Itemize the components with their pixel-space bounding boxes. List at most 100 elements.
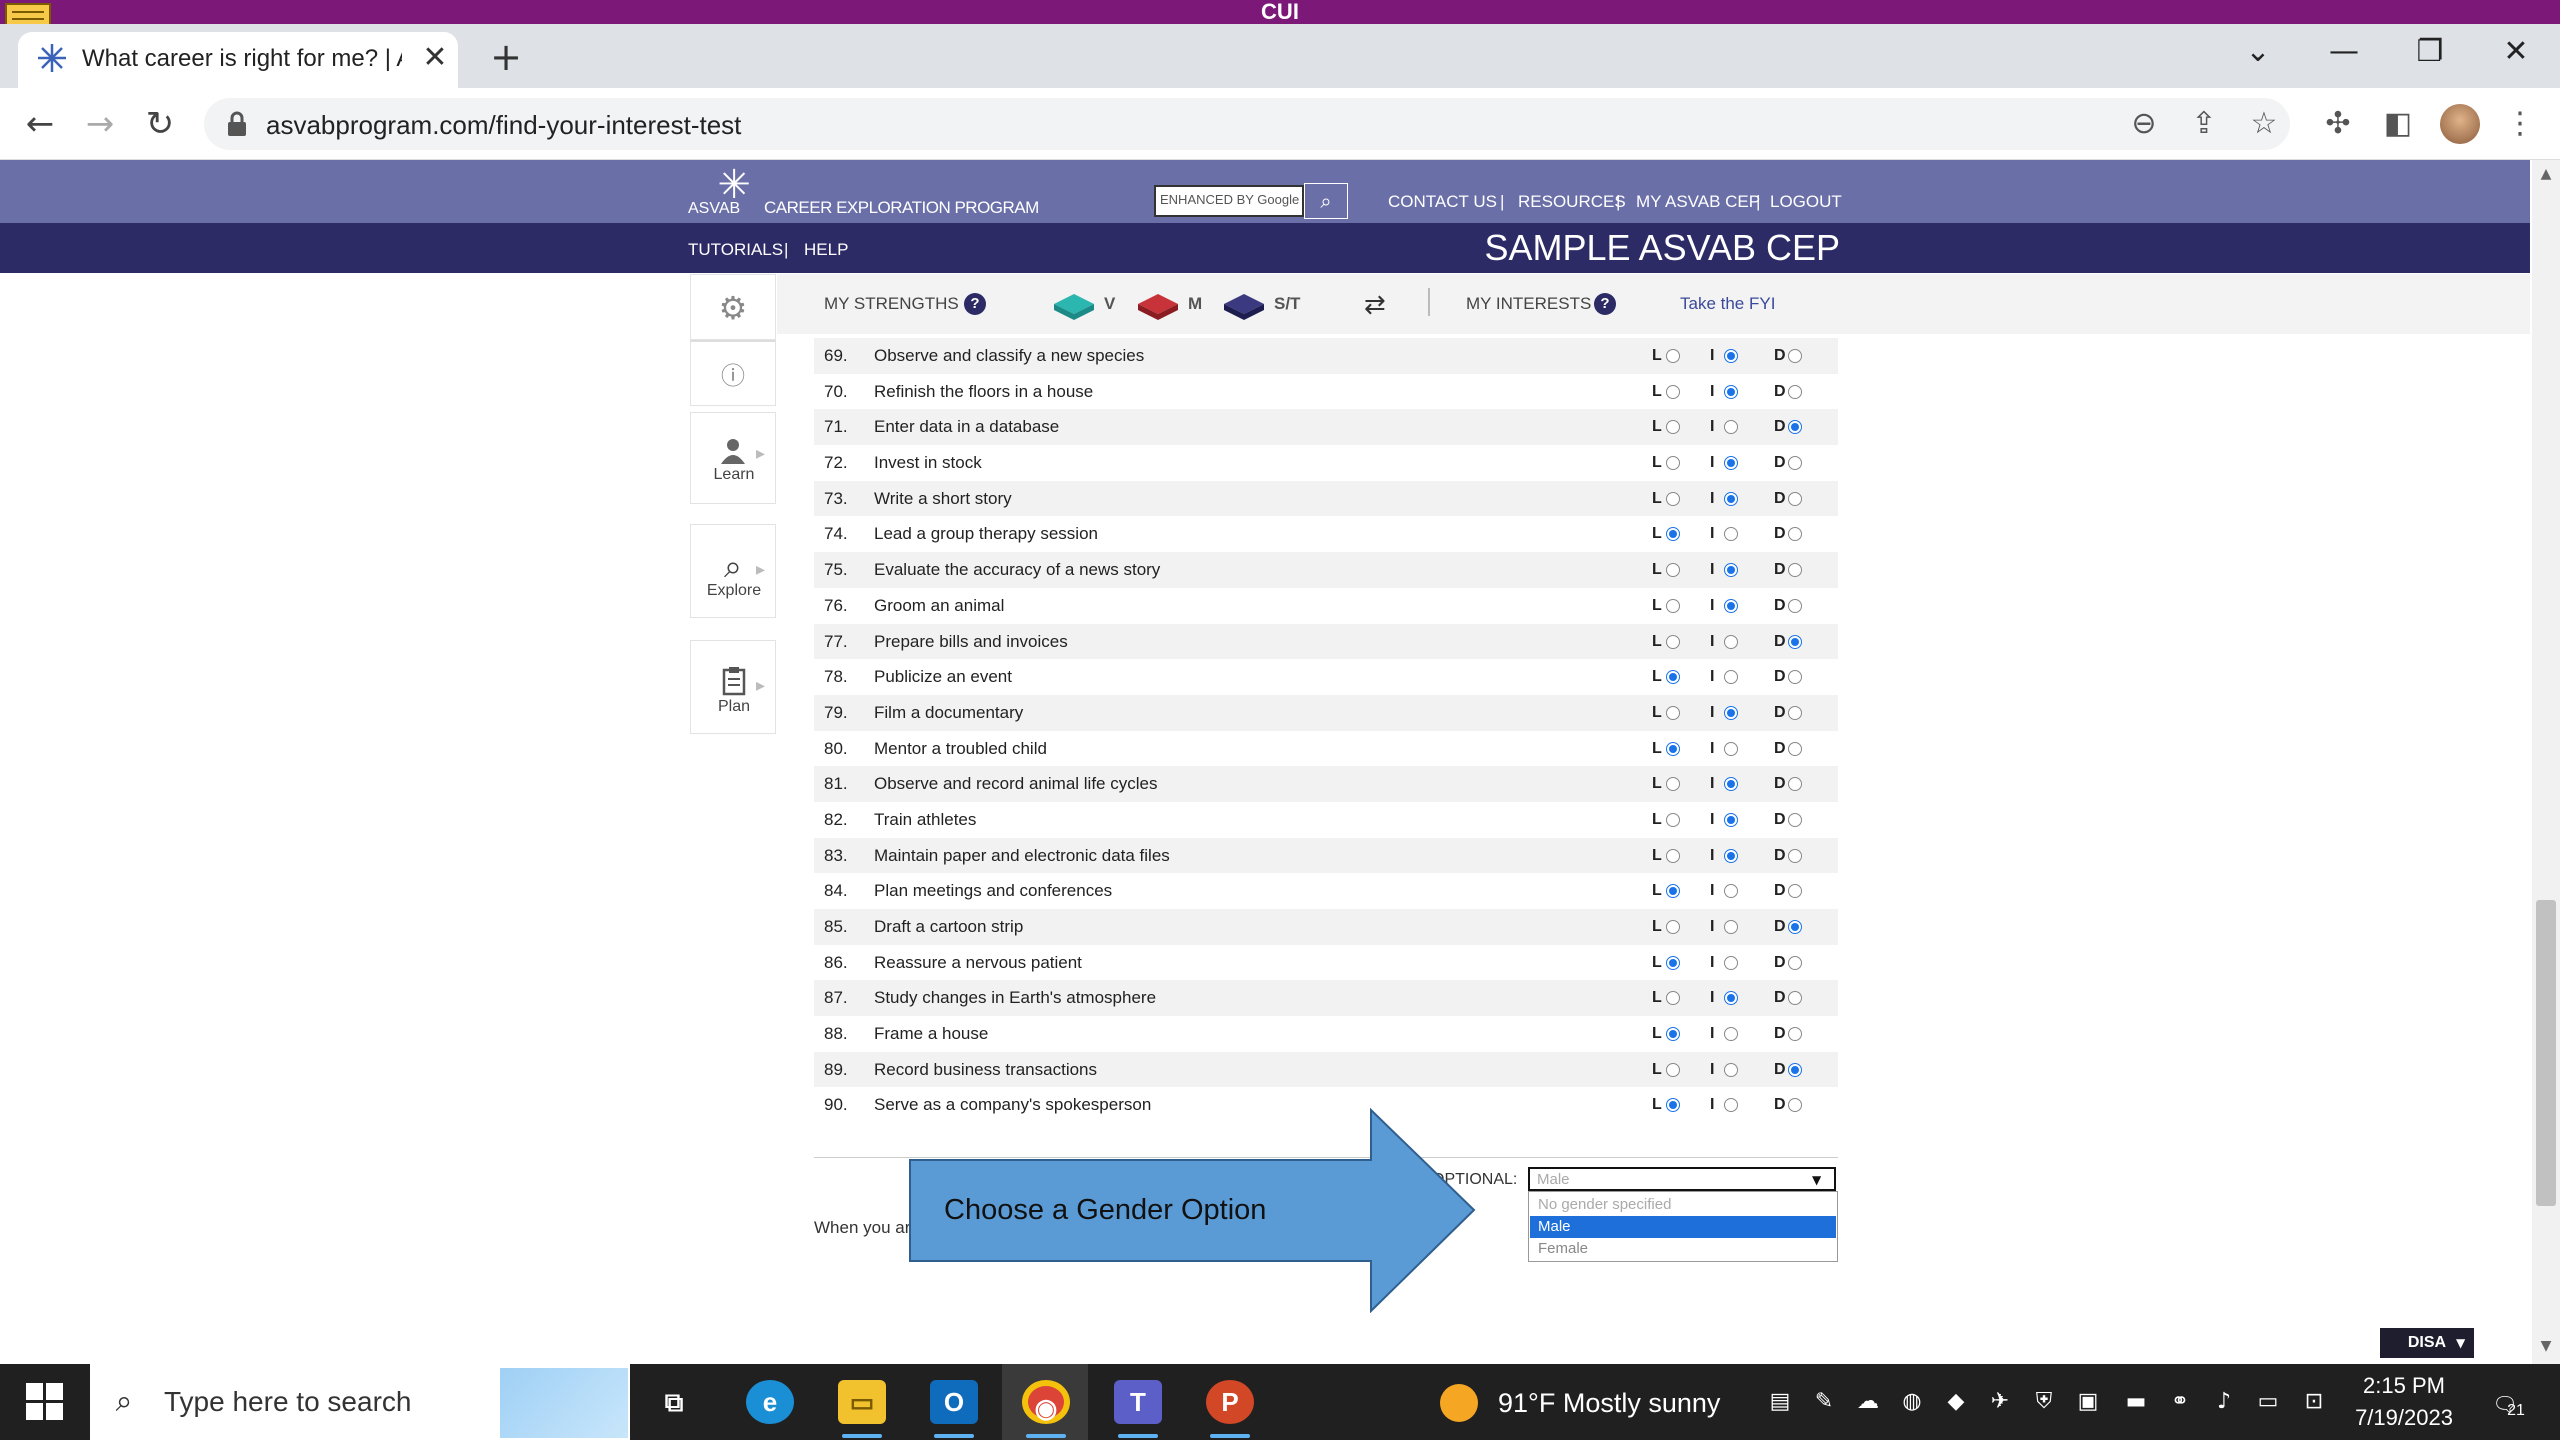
answer-option-l[interactable]: L (1652, 873, 1698, 909)
radio-button[interactable] (1788, 670, 1802, 685)
tray-app-icon[interactable]: ▣ (2072, 1386, 2104, 1418)
answer-option-l[interactable]: L (1652, 1016, 1698, 1052)
answer-option-i[interactable]: I (1710, 766, 1756, 802)
outlook-icon[interactable]: O (930, 1380, 978, 1424)
answer-option-i[interactable]: I (1710, 909, 1756, 945)
tray-pen-icon[interactable]: ✎ (1808, 1386, 1840, 1418)
edge-icon[interactable]: e (746, 1380, 794, 1424)
extensions-icon[interactable]: ✣ (2318, 104, 2358, 144)
radio-button[interactable] (1666, 1098, 1680, 1113)
radio-button[interactable] (1724, 420, 1738, 435)
radio-button[interactable] (1666, 920, 1680, 934)
radio-button[interactable] (1724, 741, 1738, 756)
answer-option-i[interactable]: I (1710, 409, 1756, 445)
answer-option-d[interactable]: D (1774, 588, 1820, 624)
answer-option-i[interactable]: I (1710, 481, 1756, 517)
radio-button[interactable] (1666, 670, 1680, 685)
answer-option-i[interactable]: I (1710, 516, 1756, 552)
tray-app-icon[interactable]: ✈ (1984, 1386, 2016, 1418)
answer-option-d[interactable]: D (1774, 873, 1820, 909)
answer-option-d[interactable]: D (1774, 659, 1820, 695)
share-icon[interactable]: ⇪ (2184, 104, 2224, 144)
answer-option-l[interactable]: L (1652, 1052, 1698, 1088)
radio-button[interactable] (1666, 598, 1680, 613)
taskbar-clock[interactable]: 2:15 PM 7/19/2023 (2352, 1370, 2456, 1434)
radio-button[interactable] (1666, 456, 1680, 471)
logo-asvab[interactable]: ASVAB (688, 199, 758, 219)
radio-button[interactable] (1788, 955, 1802, 970)
answer-option-i[interactable]: I (1710, 695, 1756, 731)
answer-option-i[interactable]: I (1710, 659, 1756, 695)
help-circle-icon[interactable]: ⓘ (710, 356, 756, 396)
radio-button[interactable] (1666, 563, 1680, 578)
answer-option-d[interactable]: D (1774, 695, 1820, 731)
menu-icon[interactable]: ⋮ (2500, 104, 2540, 144)
answer-option-i[interactable]: I (1710, 945, 1756, 981)
answer-option-l[interactable]: L (1652, 445, 1698, 481)
weather-text[interactable]: 91°F Mostly sunny (1498, 1386, 1788, 1420)
answer-option-d[interactable]: D (1774, 838, 1820, 874)
url-text[interactable]: asvabprogram.com/find-your-interest-test (266, 108, 1166, 142)
forward-icon[interactable]: → (78, 102, 122, 146)
resources-link[interactable]: RESOURCES (1518, 188, 1626, 216)
site-search-button[interactable]: ⌕ (1304, 183, 1348, 219)
radio-button[interactable] (1724, 1062, 1738, 1077)
answer-option-i[interactable]: I (1710, 838, 1756, 874)
radio-button[interactable] (1788, 705, 1802, 720)
radio-button[interactable] (1724, 920, 1738, 934)
answer-option-d[interactable]: D (1774, 980, 1820, 1016)
dropdown-arrow-icon[interactable]: ▼ (1812, 1170, 1832, 1190)
tray-app-icon[interactable]: ◆ (1940, 1386, 1972, 1418)
radio-button[interactable] (1666, 420, 1680, 435)
radio-button[interactable] (1788, 848, 1802, 863)
tray-app-icon[interactable]: ▬ (2120, 1386, 2152, 1418)
radio-button[interactable] (1788, 1098, 1802, 1113)
answer-option-d[interactable]: D (1774, 624, 1820, 660)
radio-button[interactable] (1724, 812, 1738, 827)
answer-option-i[interactable]: I (1710, 338, 1756, 374)
answer-option-l[interactable]: L (1652, 374, 1698, 410)
radio-button[interactable] (1724, 598, 1738, 613)
radio-button[interactable] (1666, 527, 1680, 542)
answer-option-d[interactable]: D (1774, 909, 1820, 945)
gear-icon[interactable]: ⚙ (710, 288, 756, 328)
radio-button[interactable] (1724, 634, 1738, 649)
answer-option-d[interactable]: D (1774, 1016, 1820, 1052)
answer-option-i[interactable]: I (1710, 374, 1756, 410)
answer-option-i[interactable]: I (1710, 873, 1756, 909)
profile-avatar[interactable] (2440, 104, 2480, 144)
tab-close-icon[interactable]: ✕ (420, 40, 450, 76)
answer-option-i[interactable]: I (1710, 445, 1756, 481)
answer-option-i[interactable]: I (1710, 1052, 1756, 1088)
radio-button[interactable] (1788, 920, 1802, 934)
answer-option-l[interactable]: L (1652, 766, 1698, 802)
radio-button[interactable] (1788, 384, 1802, 399)
radio-button[interactable] (1666, 741, 1680, 756)
radio-button[interactable] (1666, 991, 1680, 1006)
lock-icon[interactable] (226, 110, 248, 138)
radio-button[interactable] (1724, 705, 1738, 720)
radio-button[interactable] (1788, 1027, 1802, 1042)
logo-text[interactable]: CAREER EXPLORATION PROGRAM (764, 196, 1064, 220)
science-tech-books-icon[interactable] (1222, 290, 1266, 322)
answer-option-d[interactable]: D (1774, 945, 1820, 981)
volume-icon[interactable]: ♪ (2208, 1386, 2240, 1418)
gender-option[interactable]: Female (1530, 1238, 1836, 1260)
bookmark-star-icon[interactable]: ☆ (2244, 104, 2284, 144)
answer-option-i[interactable]: I (1710, 1016, 1756, 1052)
file-explorer-icon[interactable]: ▭ (838, 1380, 886, 1424)
reload-icon[interactable]: ↻ (138, 102, 182, 146)
tab-search-icon[interactable]: ⌄ (2230, 30, 2286, 74)
verbal-books-icon[interactable] (1052, 290, 1096, 322)
radio-button[interactable] (1666, 884, 1680, 899)
answer-option-i[interactable]: I (1710, 802, 1756, 838)
swap-arrows-icon[interactable]: ⇄ (1364, 290, 1386, 318)
answer-option-l[interactable]: L (1652, 1087, 1698, 1123)
tray-globe-icon[interactable]: ◍ (1896, 1386, 1928, 1418)
answer-option-d[interactable]: D (1774, 374, 1820, 410)
radio-button[interactable] (1666, 634, 1680, 649)
windows-start-icon[interactable] (26, 1383, 64, 1421)
answer-option-l[interactable]: L (1652, 552, 1698, 588)
radio-button[interactable] (1666, 491, 1680, 506)
gender-option-highlighted[interactable]: Male (1530, 1216, 1836, 1238)
